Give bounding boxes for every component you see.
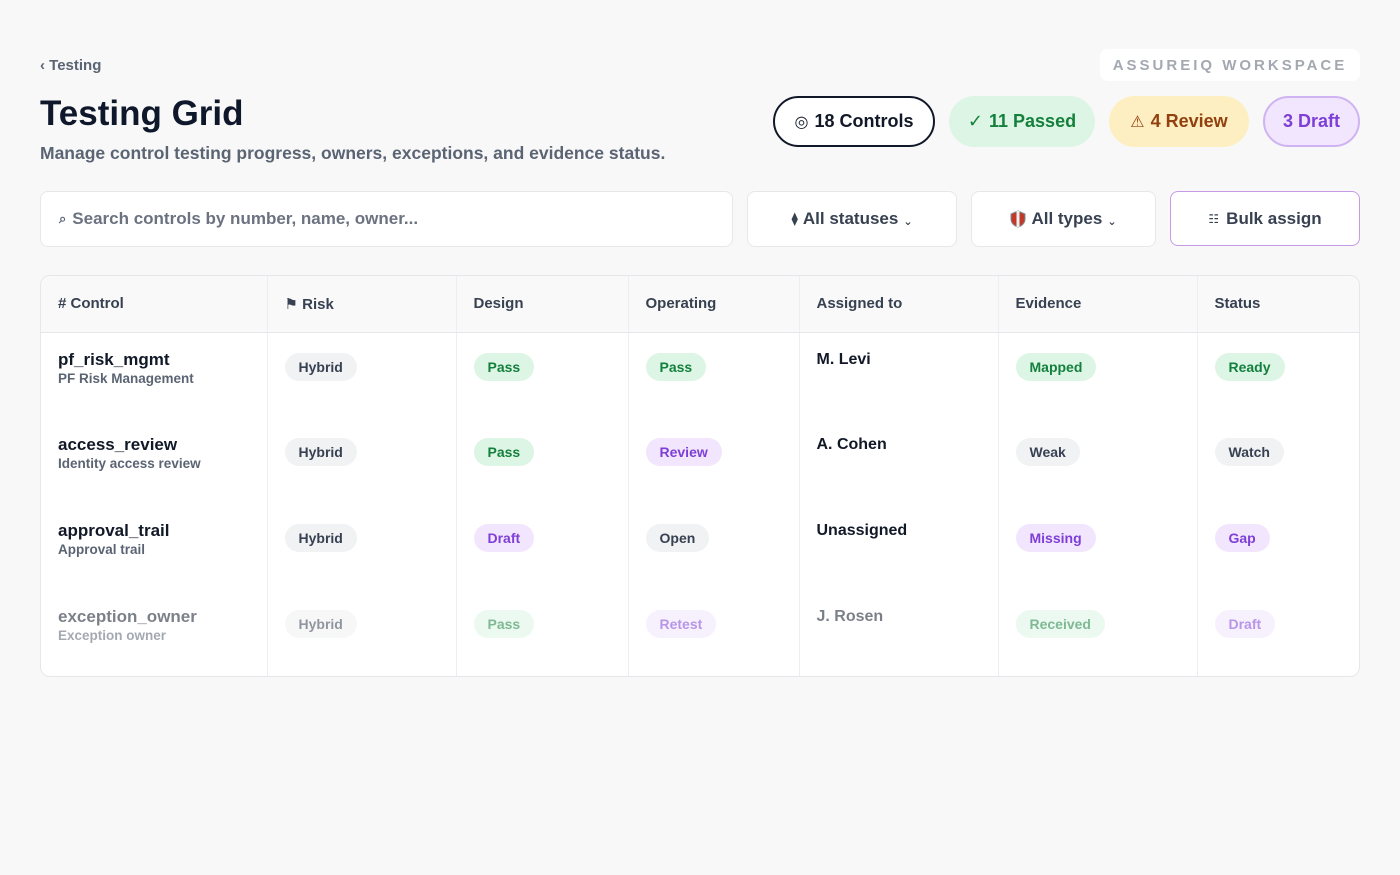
status-badge: Draft bbox=[1214, 610, 1276, 638]
control-description: PF Risk Management bbox=[58, 370, 194, 386]
control-name[interactable]: pf_risk_mgmt bbox=[58, 350, 267, 370]
search-box[interactable]: ⌕ bbox=[40, 191, 733, 247]
search-input[interactable] bbox=[72, 209, 673, 229]
assignee[interactable]: J. Rosen bbox=[817, 607, 998, 627]
evidence-badge: Received bbox=[1015, 610, 1105, 638]
control-description: Identity access review bbox=[58, 456, 201, 471]
table-header-row: # Control ⚑ Risk Design Operating Assign… bbox=[41, 276, 1359, 333]
control-description: Approval trail bbox=[58, 542, 146, 557]
risk-badge: Hybrid bbox=[284, 438, 357, 466]
column-header-design[interactable]: Design bbox=[455, 276, 628, 333]
risk-badge: Hybrid bbox=[284, 524, 357, 552]
draft-count-label: 3 Draft bbox=[1282, 111, 1340, 131]
chevron-down-icon: ⌄ bbox=[903, 215, 913, 228]
evidence-badge: Missing bbox=[1015, 524, 1096, 552]
design-badge: Pass bbox=[473, 610, 535, 638]
status-badge: Watch bbox=[1214, 438, 1284, 466]
page-subtitle: Manage control testing progress, owners,… bbox=[40, 143, 666, 163]
target-icon: ◎ bbox=[794, 113, 809, 131]
assignee[interactable]: Unassigned bbox=[817, 521, 998, 541]
assignee[interactable]: A. Cohen bbox=[817, 435, 998, 455]
control-description: Exception owner bbox=[58, 628, 167, 643]
passed-count-label: 11 Passed bbox=[989, 111, 1077, 131]
search-icon: ⌕ bbox=[59, 211, 67, 226]
column-header-control[interactable]: # Control bbox=[41, 276, 267, 333]
controls-count-label: 18 Controls bbox=[814, 111, 914, 131]
draft-count-chip[interactable]: 3 Draft bbox=[1263, 96, 1360, 147]
control-cell: pf_risk_mgmt PF Risk Management bbox=[41, 332, 267, 418]
control-cell: approval_trail Approval trail bbox=[41, 504, 267, 590]
type-filter-dropdown[interactable]: All types ⌄ bbox=[971, 191, 1156, 247]
operating-badge: Pass bbox=[645, 352, 707, 381]
assignee[interactable]: M. Levi bbox=[817, 350, 998, 370]
control-cell: access_review Identity access review bbox=[41, 418, 267, 504]
evidence-badge: Mapped bbox=[1015, 352, 1097, 381]
design-badge: Pass bbox=[473, 352, 535, 381]
warning-icon: ⚠ bbox=[1130, 113, 1145, 131]
bulk-assign-label: Bulk assign bbox=[1226, 208, 1322, 228]
control-name[interactable]: approval_trail bbox=[58, 521, 267, 541]
check-icon: ✓ bbox=[967, 111, 983, 131]
status-filter-label: All statuses bbox=[802, 209, 899, 228]
page-title: Testing Grid bbox=[40, 94, 244, 133]
design-badge: Draft bbox=[473, 524, 535, 552]
chevron-down-icon: ⌄ bbox=[1107, 215, 1117, 228]
table-row[interactable]: pf_risk_mgmt PF Risk Management Hybrid P… bbox=[41, 332, 1359, 418]
list-icon: ☷ bbox=[1208, 211, 1220, 226]
status-badge: Gap bbox=[1214, 524, 1270, 552]
risk-badge: Hybrid bbox=[284, 610, 357, 638]
review-count-label: 4 Review bbox=[1150, 111, 1228, 131]
status-badge: Ready bbox=[1214, 352, 1285, 381]
type-filter-label: All types bbox=[1031, 209, 1103, 228]
testing-grid-table: # Control ⚑ Risk Design Operating Assign… bbox=[40, 275, 1360, 677]
operating-badge: Open bbox=[645, 524, 710, 552]
design-badge: Pass bbox=[473, 438, 535, 466]
status-filter-dropdown[interactable]: ⧫ All statuses ⌄ bbox=[747, 191, 957, 247]
bulk-assign-button[interactable]: ☷ Bulk assign bbox=[1170, 191, 1360, 246]
operating-badge: Review bbox=[645, 438, 722, 466]
breadcrumb-back-link[interactable]: ‹ Testing bbox=[40, 57, 101, 74]
table-row[interactable]: exception_owner Exception owner Hybrid P… bbox=[41, 590, 1359, 676]
pin-icon: ⧫ bbox=[791, 211, 798, 226]
table-row[interactable]: approval_trail Approval trail Hybrid Dra… bbox=[41, 504, 1359, 590]
operating-badge: Retest bbox=[645, 610, 717, 638]
column-header-status[interactable]: Status bbox=[1196, 276, 1359, 333]
passed-count-chip[interactable]: ✓ 11 Passed bbox=[949, 96, 1095, 147]
column-header-risk[interactable]: ⚑ Risk bbox=[266, 276, 456, 333]
workspace-label: ASSUREIQ WORKSPACE bbox=[1100, 49, 1360, 81]
control-cell: exception_owner Exception owner bbox=[41, 590, 267, 676]
review-count-chip[interactable]: ⚠ 4 Review bbox=[1109, 96, 1249, 147]
table-row[interactable]: access_review Identity access review Hyb… bbox=[41, 418, 1359, 504]
controls-count-chip[interactable]: ◎ 18 Controls bbox=[773, 96, 935, 147]
risk-badge: Hybrid bbox=[284, 352, 357, 381]
column-header-operating[interactable]: Operating bbox=[627, 276, 799, 333]
shield-icon bbox=[1010, 210, 1026, 228]
control-name[interactable]: access_review bbox=[58, 435, 267, 455]
column-header-evidence[interactable]: Evidence bbox=[997, 276, 1197, 333]
control-name[interactable]: exception_owner bbox=[58, 607, 267, 627]
evidence-badge: Weak bbox=[1015, 438, 1080, 466]
column-header-assigned-to[interactable]: Assigned to bbox=[798, 276, 998, 333]
